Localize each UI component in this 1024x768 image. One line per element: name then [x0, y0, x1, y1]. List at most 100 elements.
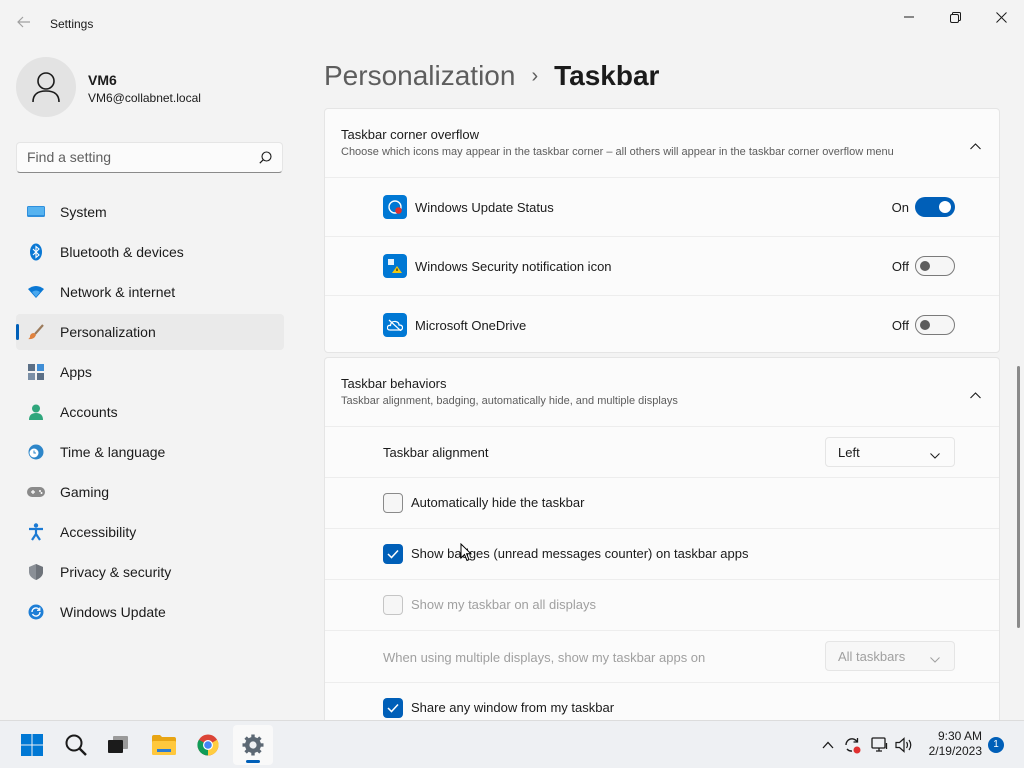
chevron-up-icon[interactable]: [970, 137, 981, 155]
chevron-down-icon: [930, 447, 940, 462]
page-title: Taskbar: [554, 60, 660, 91]
breadcrumb: Personalization › Taskbar: [324, 58, 659, 94]
toggle-state: Off: [891, 318, 909, 333]
share-window-row: Share any window from my taskbar: [325, 682, 999, 722]
sidebar-item-label: Windows Update: [60, 604, 166, 620]
network-icon[interactable]: [869, 735, 891, 755]
sidebar-item-bluetooth[interactable]: Bluetooth & devices: [16, 234, 284, 270]
toggle-state: Off: [891, 259, 909, 274]
accessibility-icon: [27, 523, 45, 541]
corner-item-row: Windows Security notification icon Off: [325, 236, 999, 295]
multi-display-dropdown[interactable]: All taskbars: [825, 641, 955, 671]
sidebar-item-privacy-security[interactable]: Privacy & security: [16, 554, 284, 590]
title-bar: Settings: [0, 0, 1024, 48]
sidebar-item-personalization[interactable]: Personalization: [16, 314, 284, 350]
chrome-icon: [197, 734, 219, 756]
volume-icon[interactable]: [893, 735, 915, 755]
checkmark-icon: [387, 703, 399, 713]
folder-icon: [152, 735, 176, 755]
breadcrumb-separator-icon: ›: [531, 64, 539, 87]
notification-badge[interactable]: 1: [988, 737, 1004, 753]
all-displays-label: Show my taskbar on all displays: [411, 597, 596, 612]
task-view-button[interactable]: [98, 725, 138, 765]
checkmark-icon: [387, 549, 399, 559]
taskbar-search-button[interactable]: [56, 725, 96, 765]
sidebar-item-network[interactable]: Network & internet: [16, 274, 284, 310]
sidebar-item-label: Accounts: [60, 404, 118, 420]
all-displays-checkbox[interactable]: [383, 595, 403, 615]
avatar[interactable]: [16, 57, 76, 117]
windows-logo-icon: [21, 734, 43, 756]
search-icon[interactable]: [259, 151, 272, 169]
clock-time: 9:30 AM: [937, 729, 982, 743]
chevron-up-icon[interactable]: [817, 735, 839, 755]
taskbar-behaviors-header[interactable]: Taskbar behaviors Taskbar alignment, bad…: [325, 358, 999, 426]
show-badges-checkbox[interactable]: [383, 544, 403, 564]
dropdown-value: All taskbars: [838, 649, 906, 664]
scrollbar[interactable]: [1017, 366, 1020, 628]
onedrive-icon: [383, 313, 407, 337]
app-title: Settings: [50, 17, 94, 31]
corner-overflow-header[interactable]: Taskbar corner overflow Choose which ico…: [325, 109, 999, 177]
sidebar-item-windows-update[interactable]: Windows Update: [16, 594, 284, 630]
windows-security-toggle[interactable]: [915, 256, 955, 276]
taskbar-alignment-dropdown[interactable]: Left: [825, 437, 955, 467]
auto-hide-row: Automatically hide the taskbar: [325, 477, 999, 528]
file-explorer-button[interactable]: [144, 725, 184, 765]
search-input[interactable]: [27, 149, 247, 165]
multi-display-row: When using multiple displays, show my ta…: [325, 630, 999, 682]
settings-taskbar-button[interactable]: [233, 725, 273, 765]
auto-hide-label: Automatically hide the taskbar: [411, 495, 585, 510]
windows-update-status-icon: [383, 195, 407, 219]
gear-icon: [242, 734, 264, 756]
user-name: VM6: [88, 72, 117, 88]
sidebar-item-gaming[interactable]: Gaming: [16, 474, 284, 510]
all-displays-row: Show my taskbar on all displays: [325, 579, 999, 630]
corner-overflow-card: Taskbar corner overflow Choose which ico…: [324, 108, 1000, 353]
corner-item-row: Windows Update Status On: [325, 177, 999, 236]
update-icon: [27, 604, 45, 620]
search-box[interactable]: [16, 142, 283, 173]
clock-date: 2/19/2023: [928, 744, 982, 758]
windows-security-icon: [383, 254, 407, 278]
sidebar-item-label: Time & language: [60, 444, 166, 460]
chevron-up-icon[interactable]: [970, 386, 981, 404]
minimize-button[interactable]: [886, 4, 932, 30]
sidebar-item-label: Network & internet: [60, 284, 176, 300]
restore-button[interactable]: [932, 4, 978, 30]
start-button[interactable]: [12, 725, 52, 765]
search-icon: [65, 734, 87, 756]
sidebar-item-apps[interactable]: Apps: [16, 354, 284, 390]
windows-update-status-toggle[interactable]: [915, 197, 955, 217]
sidebar-item-accounts[interactable]: Accounts: [16, 394, 284, 430]
onedrive-toggle[interactable]: [915, 315, 955, 335]
sidebar-item-label: System: [60, 204, 107, 220]
chrome-button[interactable]: [188, 725, 228, 765]
sidebar-item-accessibility[interactable]: Accessibility: [16, 514, 284, 550]
taskbar: [0, 720, 1024, 768]
close-button[interactable]: [978, 4, 1024, 30]
update-status-tray-icon[interactable]: [841, 735, 863, 755]
sidebar-item-label: Gaming: [60, 484, 110, 500]
auto-hide-checkbox[interactable]: [383, 493, 403, 513]
sidebar-item-label: Personalization: [60, 324, 156, 340]
task-view-icon: [108, 736, 128, 753]
corner-item-label: Windows Update Status: [415, 200, 554, 215]
breadcrumb-parent[interactable]: Personalization: [324, 60, 515, 92]
share-window-checkbox[interactable]: [383, 698, 403, 718]
taskbar-behaviors-card: Taskbar behaviors Taskbar alignment, bad…: [324, 357, 1000, 720]
multi-display-label: When using multiple displays, show my ta…: [383, 650, 706, 665]
clock-globe-icon: [27, 444, 45, 460]
corner-item-row: Microsoft OneDrive Off: [325, 295, 999, 354]
show-badges-row: Show badges (unread messages counter) on…: [325, 528, 999, 579]
sidebar-item-time-language[interactable]: Time & language: [16, 434, 284, 470]
back-arrow-icon[interactable]: [14, 14, 34, 34]
sidebar-nav: System Bluetooth & devices Network & int…: [16, 194, 284, 634]
user-email: VM6@collabnet.local: [88, 91, 201, 105]
apps-icon: [27, 364, 45, 380]
sidebar-item-system[interactable]: System: [16, 194, 284, 230]
chevron-down-icon: [930, 651, 940, 666]
mouse-cursor-icon: [460, 542, 473, 567]
system-clock[interactable]: 9:30 AM 2/19/2023: [924, 729, 982, 759]
wifi-icon: [27, 284, 45, 300]
